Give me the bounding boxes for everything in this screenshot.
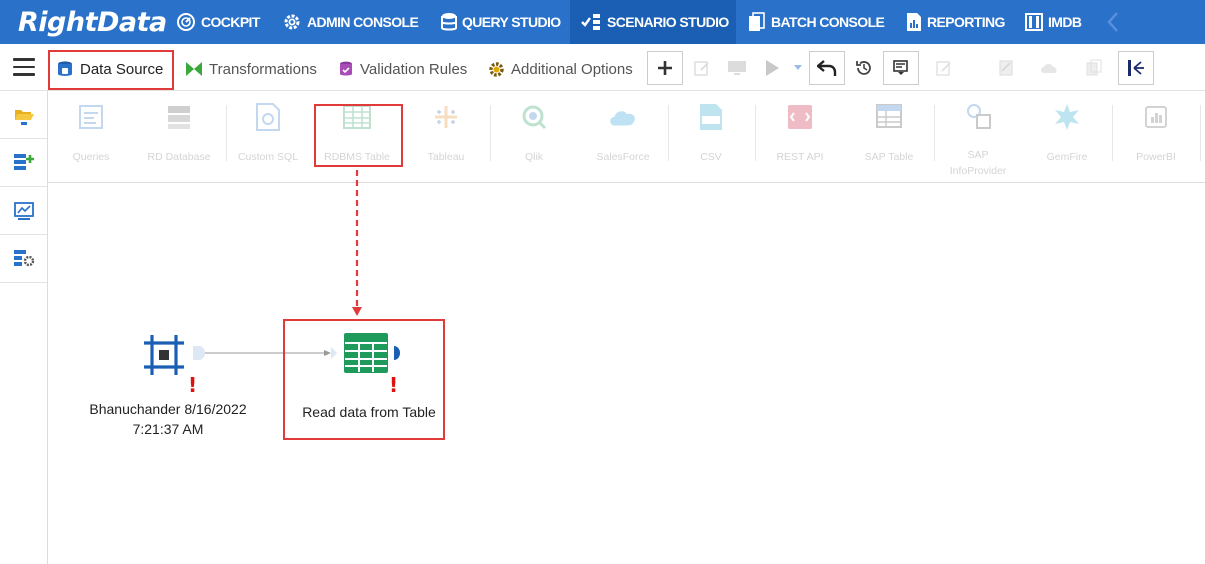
start-node-warning-icon: !	[188, 373, 198, 397]
start-node[interactable]	[142, 333, 186, 377]
start-node-label: Bhanuchander 8/16/2022 7:21:37 AM	[89, 401, 247, 437]
read-node-out-port[interactable]	[394, 346, 400, 360]
table-grid-icon	[344, 333, 388, 373]
canvas-connectors	[193, 170, 400, 360]
read-node-in-port[interactable]	[331, 347, 337, 359]
guide-arrow-head	[352, 307, 362, 316]
node-edge-head	[324, 350, 331, 356]
start-node-out-port[interactable]	[193, 346, 205, 360]
read-node-warning-icon: !	[389, 373, 399, 397]
read-table-node[interactable]	[343, 332, 389, 374]
read-table-node-label: Read data from Table	[302, 404, 436, 420]
crop-frame-icon	[144, 335, 184, 375]
